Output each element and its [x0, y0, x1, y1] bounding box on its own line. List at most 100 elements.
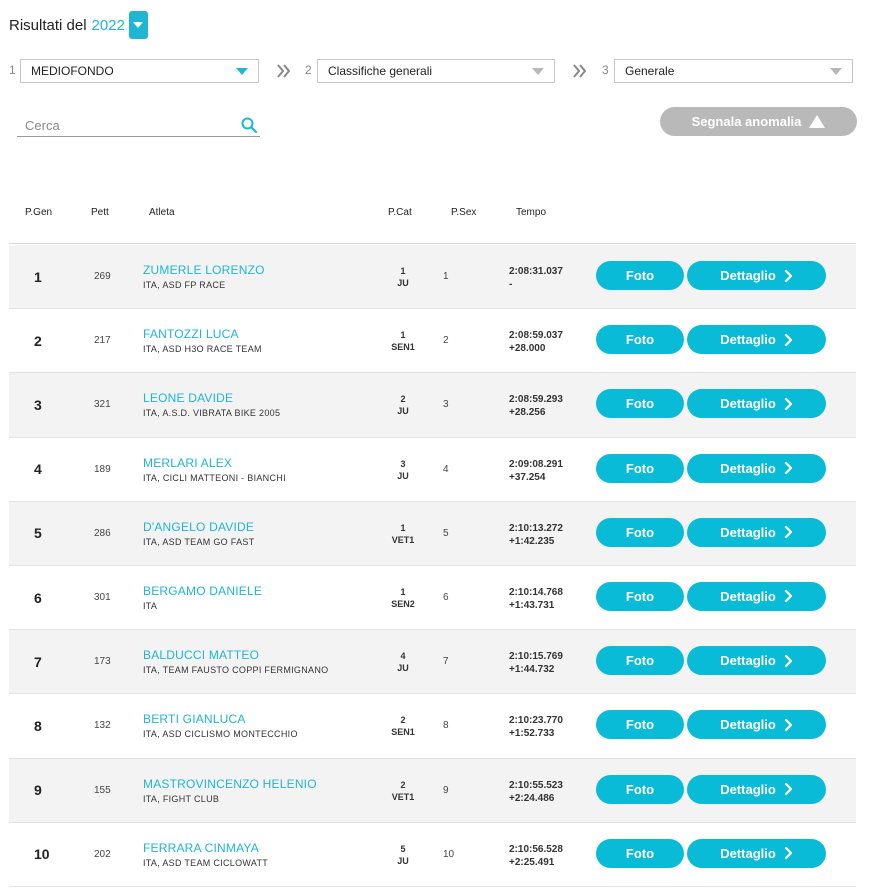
time-cell: 2:08:59.037 +28.000: [509, 329, 563, 355]
general-position: 6: [34, 589, 42, 606]
foto-button-label: Foto: [625, 781, 655, 797]
category-position: 1 SEN2: [381, 586, 425, 610]
dettaglio-button[interactable]: Dettaglio: [687, 453, 826, 483]
dettaglio-button-label: Dettaglio: [720, 332, 776, 348]
dettaglio-button[interactable]: Dettaglio: [687, 710, 826, 740]
athlete-team: ITA, ASD TEAM CICLOWATT: [143, 857, 269, 868]
athlete-name-link[interactable]: FERRARA CINMAYA: [143, 841, 268, 855]
foto-button[interactable]: Foto: [596, 261, 684, 290]
year-dropdown-button[interactable]: [128, 11, 148, 39]
athlete-cell: FERRARA CINMAYA ITA, ASD TEAM CICLOWATT: [143, 841, 268, 868]
general-position: 10: [34, 846, 50, 863]
athlete-name-link[interactable]: MASTROVINCENZO HELENIO: [143, 777, 317, 791]
general-position: 3: [34, 396, 42, 413]
chevron-right-icon: [784, 333, 792, 346]
time-gap: +1:52.733: [509, 728, 555, 740]
table-header: P.Gen Pett Atleta P.Cat P.Sex Tempo: [9, 200, 856, 244]
athlete-team: ITA, ASD FP RACE: [143, 280, 226, 290]
athlete-team: ITA, ASD CICLISMO MONTECCHIO: [143, 729, 298, 740]
step-number-3: 3: [602, 63, 609, 77]
foto-button-label: Foto: [625, 524, 655, 540]
dettaglio-button[interactable]: Dettaglio: [687, 581, 826, 611]
dettaglio-button[interactable]: Dettaglio: [687, 325, 826, 355]
foto-button[interactable]: Foto: [596, 325, 684, 355]
chevron-right-icon: [784, 461, 792, 475]
chevron-right-icon: [784, 718, 792, 731]
dettaglio-button[interactable]: Dettaglio: [687, 774, 826, 804]
athlete-cell: BERTI GIANLUCA ITA, ASD CICLISMO MONTECC…: [143, 712, 298, 739]
athlete-name-link[interactable]: MERLARI ALEX: [143, 456, 286, 470]
general-position: 1: [34, 268, 42, 285]
general-position: 5: [34, 525, 42, 542]
category-rank: 1: [400, 330, 406, 341]
finish-time: 2:10:56.528: [509, 843, 563, 855]
category-position: 1 JU: [381, 265, 425, 289]
athlete-cell: D'ANGELO DAVIDE ITA, ASD TEAM GO FAST: [143, 520, 255, 547]
dettaglio-button-label: Dettaglio: [720, 717, 776, 733]
ranking-select[interactable]: Generale: [614, 59, 853, 83]
foto-button[interactable]: Foto: [596, 517, 684, 547]
table-row: 4 189 MERLARI ALEX ITA, CICLI MATTEONI -…: [9, 438, 856, 502]
foto-button-label: Foto: [625, 588, 655, 604]
dettaglio-button[interactable]: Dettaglio: [687, 838, 826, 868]
report-anomaly-button[interactable]: Segnala anomalia: [660, 107, 857, 136]
foto-button[interactable]: Foto: [596, 710, 684, 740]
dettaglio-button[interactable]: Dettaglio: [687, 646, 826, 676]
foto-button[interactable]: Foto: [596, 453, 684, 483]
col-header-pcat: P.Cat: [388, 207, 412, 218]
foto-button[interactable]: Foto: [596, 389, 684, 419]
time-gap: +28.256: [509, 407, 546, 419]
category-rank: 3: [400, 458, 406, 469]
athlete-name-link[interactable]: BALDUCCI MATTEO: [143, 648, 328, 662]
athlete-cell: FANTOZZI LUCA ITA, ASD H3O RACE TEAM: [143, 327, 262, 354]
time-cell: 2:10:56.528 +2:25.491: [509, 843, 563, 869]
finish-time: 2:08:59.037: [509, 330, 563, 342]
athlete-name-link[interactable]: ZUMERLE LORENZO: [143, 263, 265, 277]
athlete-name-link[interactable]: FANTOZZI LUCA: [143, 327, 262, 341]
general-position: 7: [34, 653, 42, 670]
results-header: Risultati del 2022: [9, 11, 148, 39]
foto-button-label: Foto: [625, 268, 655, 283]
athlete-name-link[interactable]: LEONE DAVIDE: [143, 391, 280, 405]
foto-button[interactable]: Foto: [596, 581, 684, 611]
search-input[interactable]: [17, 114, 232, 136]
report-anomaly-label: Segnala anomalia: [691, 114, 802, 129]
col-header-tempo: Tempo: [516, 207, 547, 218]
dettaglio-button-label: Dettaglio: [720, 588, 776, 604]
dettaglio-button[interactable]: Dettaglio: [687, 261, 826, 290]
dettaglio-button-label: Dettaglio: [720, 845, 776, 861]
time-cell: 2:10:13.272 +1:42.235: [509, 522, 563, 548]
time-gap: +2:25.491: [509, 856, 555, 868]
warning-triangle-icon: [809, 115, 826, 128]
caret-down-icon: [532, 68, 544, 75]
foto-button[interactable]: Foto: [596, 646, 684, 676]
dettaglio-button[interactable]: Dettaglio: [687, 517, 826, 547]
chevron-right-icon: [784, 269, 792, 282]
foto-button-label: Foto: [625, 332, 655, 348]
time-cell: 2:09:08.291 +37.254: [509, 458, 563, 484]
ranking-type-select[interactable]: Classifiche generali: [317, 59, 555, 83]
finish-time: 2:10:15.769: [509, 651, 563, 663]
athlete-name-link[interactable]: BERTI GIANLUCA: [143, 712, 298, 726]
athlete-name-link[interactable]: BERGAMO DANIELE: [143, 584, 262, 598]
category-code: JU: [397, 663, 409, 674]
ranking-type-select-value: Classifiche generali: [328, 64, 433, 78]
dettaglio-button-label: Dettaglio: [720, 653, 776, 669]
race-select[interactable]: MEDIOFONDO: [20, 59, 259, 83]
time-cell: 2:10:15.769 +1:44.732: [509, 650, 563, 676]
search-icon[interactable]: [240, 116, 258, 134]
general-position: 8: [34, 717, 42, 734]
filter-bar: 1 MEDIOFONDO 2 Classifiche generali 3 Ge…: [0, 59, 869, 83]
category-position: 5 JU: [381, 843, 425, 867]
foto-button[interactable]: Foto: [596, 774, 684, 804]
category-rank: 2: [400, 394, 406, 405]
category-rank: 5: [400, 843, 406, 854]
athlete-name-link[interactable]: D'ANGELO DAVIDE: [143, 520, 255, 534]
sex-position: 6: [443, 592, 449, 604]
dettaglio-button-label: Dettaglio: [720, 460, 776, 476]
finish-time: 2:08:59.293: [509, 394, 563, 406]
foto-button[interactable]: Foto: [596, 838, 684, 868]
category-rank: 1: [400, 266, 406, 276]
dettaglio-button[interactable]: Dettaglio: [687, 389, 826, 419]
selected-year[interactable]: 2022: [92, 17, 125, 34]
